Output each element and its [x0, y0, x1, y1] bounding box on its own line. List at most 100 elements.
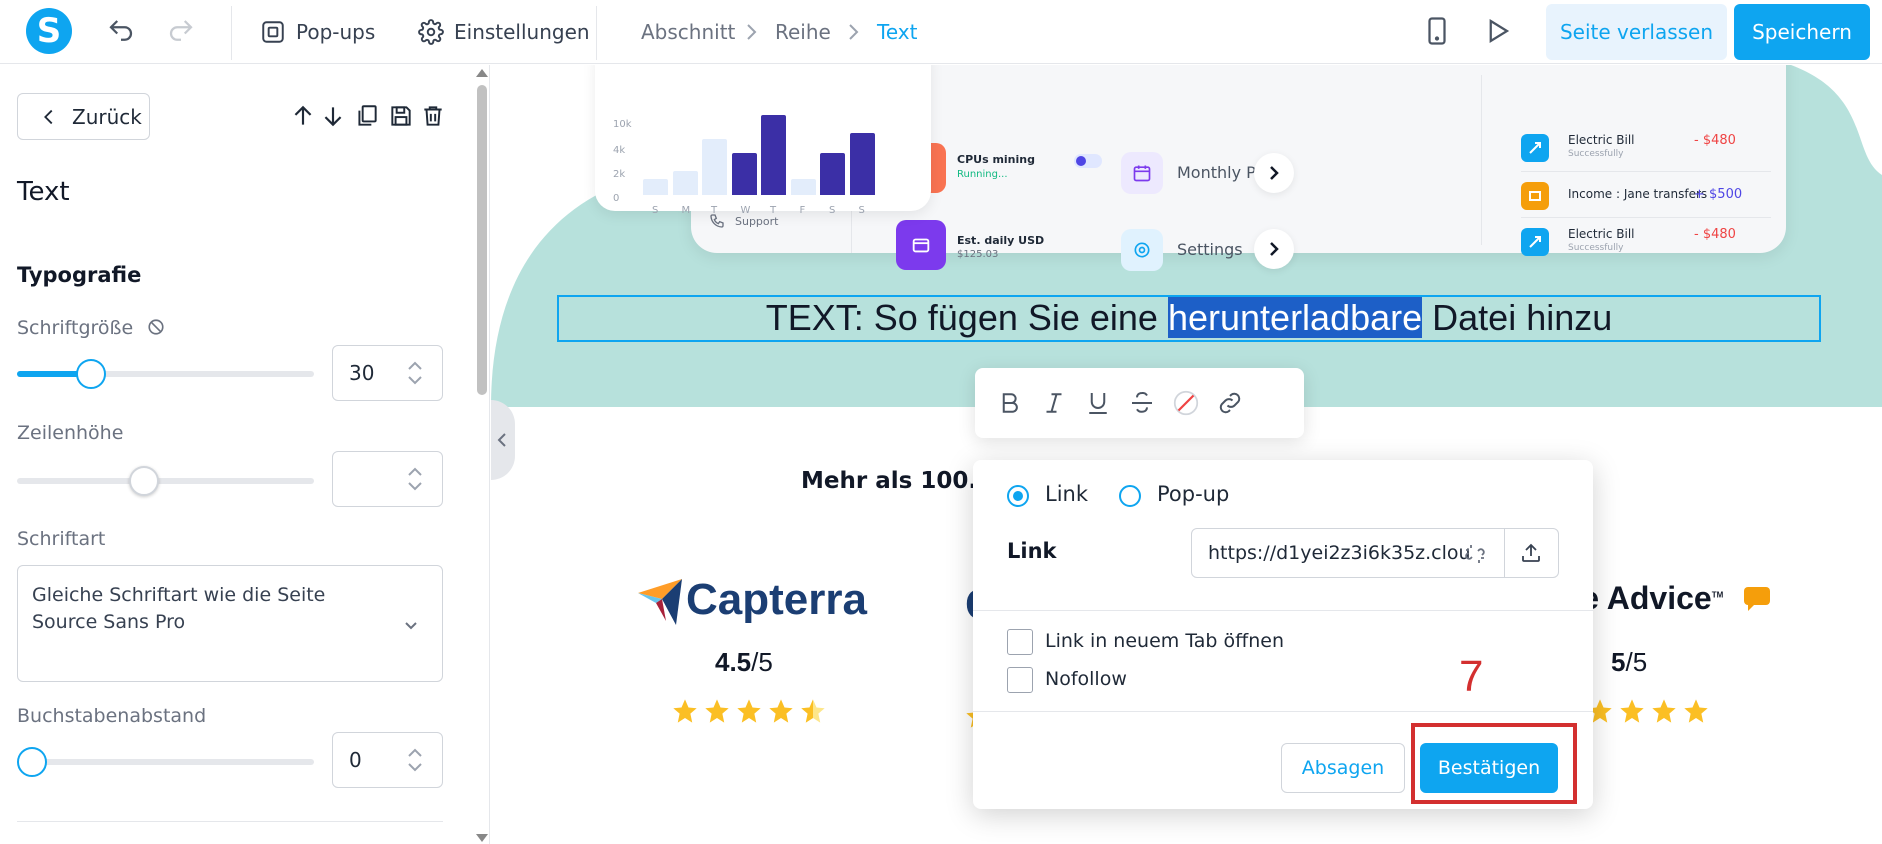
chevron-left-icon	[44, 109, 53, 124]
stepper-icon[interactable]	[406, 464, 424, 494]
chart-y-tick: 2k	[613, 169, 626, 180]
link-url-input[interactable]: https://d1yei2z3i6k35z.clou	[1191, 528, 1505, 578]
move-up-icon[interactable]	[290, 103, 316, 129]
save-button[interactable]: Speichern	[1734, 4, 1870, 60]
font-family-label: Schriftart	[17, 528, 106, 550]
link-icon[interactable]	[1215, 388, 1245, 418]
software-advice-score: 5	[1611, 647, 1626, 677]
scrollbar-thumb[interactable]	[477, 85, 487, 395]
headline-after: Datei hinzu	[1422, 297, 1613, 338]
transaction-name: Electric Bill	[1568, 133, 1635, 147]
chart-x-label: W	[740, 205, 751, 216]
popup-radio-label[interactable]: Pop-up	[1157, 482, 1229, 506]
link-radio[interactable]	[1007, 485, 1029, 507]
rating-suffix: /5	[751, 647, 773, 677]
underline-icon[interactable]	[1083, 388, 1113, 418]
arrows-icon	[1529, 236, 1541, 248]
slider-thumb[interactable]	[129, 466, 160, 496]
popups-label: Pop-ups	[296, 20, 376, 44]
breadcrumb-section[interactable]: Abschnitt	[641, 20, 735, 44]
panel-title: Text	[17, 177, 70, 207]
panel-scrollbar[interactable]	[474, 65, 488, 844]
stepper-icon[interactable]	[406, 745, 424, 775]
settings-tile	[1121, 229, 1163, 271]
transaction-name: Electric Bill	[1568, 227, 1635, 241]
capterra-rating: 4.5/5	[715, 647, 773, 678]
app-logo[interactable]: S	[26, 8, 72, 54]
chart-bar	[820, 153, 845, 195]
popup-radio[interactable]	[1119, 485, 1141, 507]
chevron-left-icon	[497, 433, 506, 447]
half-star-icon	[801, 699, 825, 723]
mobile-preview-icon[interactable]	[1422, 16, 1452, 46]
trash-icon[interactable]	[420, 103, 446, 129]
font-size-slider[interactable]	[17, 359, 314, 389]
capterra-name: Capterra	[686, 575, 867, 624]
font-size-label-text: Schriftgröße	[17, 317, 134, 339]
nofollow-checkbox[interactable]	[1007, 667, 1033, 693]
undo-icon[interactable]	[106, 16, 136, 46]
capterra-logo: Capterra	[636, 575, 886, 625]
transaction-icon	[1521, 182, 1549, 210]
star-icon	[737, 699, 761, 723]
popup-icon	[262, 21, 284, 43]
text-color-icon[interactable]	[1171, 388, 1201, 418]
new-tab-checkbox[interactable]	[1007, 629, 1033, 655]
headline-selection: herunterladbare	[1167, 297, 1423, 338]
reset-icon[interactable]	[147, 318, 165, 336]
star-icon	[1684, 699, 1708, 723]
software-advice-stars	[1586, 697, 1710, 725]
letter-spacing-input[interactable]: 0	[332, 732, 443, 788]
breadcrumb-text[interactable]: Text	[877, 20, 917, 44]
transaction-amount: + $500	[1694, 187, 1743, 202]
leave-page-button[interactable]: Seite verlassen	[1546, 4, 1727, 60]
line-height-slider[interactable]	[17, 466, 314, 496]
upload-file-button[interactable]	[1505, 528, 1559, 578]
slider-thumb[interactable]	[75, 359, 106, 389]
new-tab-label[interactable]: Link in neuem Tab öffnen	[1045, 630, 1284, 652]
toggle-knob	[1076, 156, 1086, 166]
line-height-input[interactable]	[332, 451, 443, 507]
letter-spacing-label: Buchstabenabstand	[17, 705, 207, 727]
link-url-value: https://d1yei2z3i6k35z.clou	[1208, 542, 1471, 564]
cpu-toggle[interactable]	[1074, 154, 1102, 168]
capterra-score: 4.5	[715, 647, 752, 677]
move-down-icon[interactable]	[320, 103, 346, 129]
popups-button[interactable]: Pop-ups	[260, 14, 375, 50]
annotation-step-number: 7	[1459, 652, 1484, 701]
chevron-down-icon	[405, 622, 417, 630]
save-block-icon[interactable]	[388, 103, 414, 129]
strikethrough-icon[interactable]	[1127, 388, 1157, 418]
headline-text[interactable]: TEXT: So fügen Sie eine herunterladbare …	[557, 295, 1821, 342]
bold-icon[interactable]	[995, 388, 1025, 418]
cancel-button[interactable]: Absagen	[1281, 743, 1405, 793]
link-radio-label[interactable]: Link	[1045, 482, 1088, 506]
stepper-icon[interactable]	[406, 358, 424, 388]
settings-button[interactable]: Einstellungen	[418, 14, 590, 50]
play-icon[interactable]	[1482, 16, 1512, 46]
nofollow-label[interactable]: Nofollow	[1045, 668, 1127, 690]
settings-arrow-button[interactable]	[1254, 229, 1294, 269]
collapse-panel-handle[interactable]	[491, 400, 515, 480]
letter-spacing-value: 0	[349, 748, 362, 772]
scroll-up-arrow[interactable]	[476, 69, 488, 77]
font-size-label: Schriftgröße	[17, 317, 165, 339]
font-family-select[interactable]: Gleiche Schriftart wie die Seite Source …	[17, 565, 443, 682]
duplicate-icon[interactable]	[354, 103, 380, 129]
letter-spacing-slider[interactable]	[17, 747, 314, 777]
panel-divider	[17, 821, 443, 822]
chart-x-label: S	[858, 205, 865, 216]
line-height-label: Zeilenhöhe	[17, 422, 124, 444]
italic-icon[interactable]	[1039, 388, 1069, 418]
transaction-amount: - $480	[1694, 227, 1736, 242]
chart-bar	[643, 179, 668, 195]
scroll-down-arrow[interactable]	[476, 834, 488, 842]
breadcrumb-row[interactable]: Reihe	[775, 20, 831, 44]
font-size-input[interactable]: 30	[332, 345, 443, 401]
plan-arrow-button[interactable]	[1254, 153, 1294, 193]
slider-thumb[interactable]	[17, 747, 47, 777]
unlink-icon[interactable]	[1463, 542, 1487, 566]
back-button[interactable]: Zurück	[17, 93, 150, 140]
redo-icon[interactable]	[166, 16, 196, 46]
settings-preview-label: Settings	[1177, 240, 1243, 259]
